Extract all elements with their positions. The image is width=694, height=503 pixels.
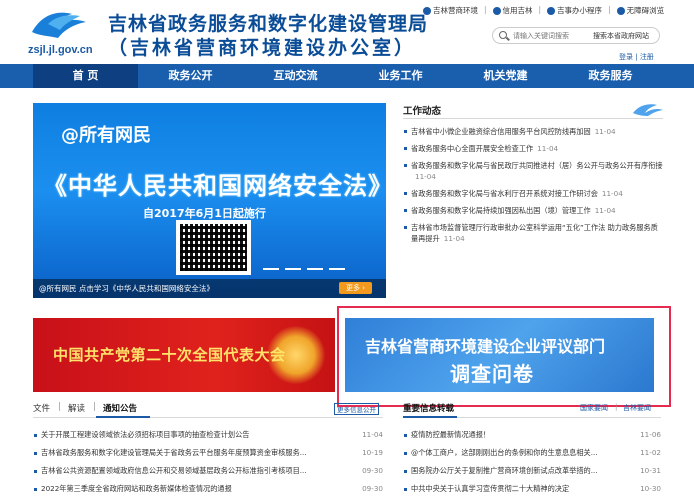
list-item[interactable]: 疫情防控最新情况通报！ 11-06 (403, 426, 661, 444)
nav-gov-affairs[interactable]: 政务公开 (138, 64, 243, 88)
list-item[interactable]: 吉林省市场监督管理厅行政审批办公室科学运用“五化”工作法 助力政务服务质量再提升… (403, 222, 665, 244)
site-title: 吉林省政务服务和数字化建设管理局 (108, 13, 429, 35)
auth-links: 登录 | 注册 (619, 53, 654, 61)
list-item[interactable]: 2022年第三季度全省政府网站和政务新媒体检查情况的通报 09-30 (33, 480, 383, 498)
mini-program-icon (547, 6, 556, 15)
nav-gov-services[interactable]: 政务服务 (558, 64, 663, 88)
survey-title: 吉林省营商环境建设企业评议部门 (365, 337, 606, 356)
tab-documents[interactable]: 文件 (33, 402, 50, 414)
tab-important-reposts[interactable]: 重要信息转载 (403, 402, 454, 414)
carousel-dot[interactable] (285, 268, 301, 270)
work-news-panel: 工作动态 吉林省中小微企业融资综合信用服务平台风控防线再加固 11-04 省政务服… (403, 103, 663, 303)
banner-caption[interactable]: @所有网民 点击学习《中华人民共和国网络安全法》 (39, 283, 214, 294)
search-input[interactable] (513, 30, 591, 42)
login-link[interactable]: 登录 (619, 53, 633, 61)
search-box: 搜索本省政府网站 (492, 27, 660, 44)
banner-law-title: 《中华人民共和国网络安全法》 (43, 171, 386, 200)
nav-party[interactable]: 机关党建 (453, 64, 558, 88)
list-item[interactable]: 中共中央关于认真学习宣传贯彻二十大精神的决定 10-30 (403, 480, 661, 498)
tab-jilin-news[interactable]: 吉林要闻 (623, 403, 651, 413)
party-congress-banner[interactable]: 中国共产党第二十次全国代表大会 (33, 318, 335, 392)
toplink-mini-program[interactable]: 吉事办小程序 (547, 5, 602, 16)
banner-caption-bar: @所有网民 点击学习《中华人民共和国网络安全法》 更多 › (33, 279, 386, 298)
list-item[interactable]: 省政务服务和数字化局与省水利厅召开系统对接工作研讨会 11-04 (403, 188, 665, 199)
active-tab-indicator (96, 416, 150, 418)
toplink-accessibility[interactable]: 无障碍浏览 (616, 5, 664, 16)
main-nav: 首 页 政务公开 互动交流 业务工作 机关党建 政务服务 (0, 64, 694, 88)
register-link[interactable]: 注册 (640, 53, 654, 61)
list-item[interactable]: 省政务服务和数字化局持续加强因私出国（境）管理工作 11-04 (403, 205, 665, 216)
list-item[interactable]: 关于开展工程建设领域依法必须招标项目事项的抽查检查计划公告 11-04 (33, 426, 383, 444)
tab-notices[interactable]: 通知公告 (103, 402, 137, 414)
list-item[interactable]: 省政务服务中心全面开展安全检查工作 11-04 (403, 143, 665, 154)
notice-list: 关于开展工程建设领域依法必须招标项目事项的抽查检查计划公告 11-04 吉林省政务… (33, 426, 383, 498)
list-item[interactable]: 吉林省中小微企业融资综合信用服务平台风控防线再加固 11-04 (403, 126, 665, 137)
repost-list: 疫情防控最新情况通报！ 11-06 @个体工商户，这部刚刚出台的条例和你的生意息息… (403, 426, 661, 498)
globe-icon (423, 6, 431, 15)
list-item[interactable]: 吉林省公共资源配置领域政府信息公开和交易领域基层政务公开标准指引考核项目... 0… (33, 462, 383, 480)
top-links: 吉林营商环境 | 信用吉林 | 吉事办小程序 | 无障碍浏览 (423, 5, 664, 16)
carousel-dot[interactable] (329, 268, 345, 270)
banner-effective-date: 自2017年6月1日起施行 (143, 207, 266, 220)
repost-tabs: 重要信息转载 国家要闻 | 吉林要闻 (403, 402, 651, 414)
toplink-credit-jilin[interactable]: 信用吉林 (492, 5, 533, 16)
toplink-business-env[interactable]: 吉林营商环境 (423, 5, 478, 16)
nav-interaction[interactable]: 互动交流 (243, 64, 348, 88)
list-item[interactable]: 国务院办公厅关于复制推广营商环境创新试点改革举措的... 10-31 (403, 462, 661, 480)
carousel-dot[interactable] (263, 268, 279, 270)
qr-code-icon (176, 220, 251, 275)
business-survey-banner[interactable]: 吉林省营商环境建设企业评议部门 调查问卷 (345, 318, 654, 392)
active-tab-indicator (403, 416, 457, 418)
credit-icon (492, 6, 501, 15)
site-domain: zsjl.jl.gov.cn (28, 44, 93, 56)
more-info-link[interactable]: 更多信息公开 (334, 403, 379, 415)
site-logo[interactable]: zsjl.jl.gov.cn (28, 6, 108, 58)
list-item[interactable]: 吉林省政务服务和数字化建设管理局关于省政务云平台服务年度预算资金审核服务... 1… (33, 444, 383, 462)
accessibility-icon (616, 6, 625, 15)
notice-tabs: 文件 | 解读 | 通知公告 更多信息公开 (33, 402, 383, 416)
logo-bird-icon (32, 12, 86, 38)
search-scope-button[interactable]: 搜索本省政府网站 (593, 31, 649, 41)
site-subtitle: （吉林省营商环境建设办公室） (108, 37, 417, 59)
banner-more-button[interactable]: 更多 › (339, 282, 372, 294)
carousel-dot[interactable] (307, 268, 323, 270)
nav-home[interactable]: 首 页 (33, 64, 138, 88)
tab-national-news[interactable]: 国家要闻 (580, 403, 608, 413)
work-news-list: 吉林省中小微企业融资综合信用服务平台风控防线再加固 11-04 省政务服务中心全面… (403, 126, 665, 250)
nav-business[interactable]: 业务工作 (348, 64, 453, 88)
work-news-title[interactable]: 工作动态 (403, 103, 441, 117)
featured-banner[interactable]: @所有网民 《中华人民共和国网络安全法》 自2017年6月1日起施行 @所有网民… (33, 103, 386, 298)
search-icon[interactable] (499, 31, 507, 39)
site-header: zsjl.jl.gov.cn 吉林省政务服务和数字化建设管理局 （吉林省营商环境… (0, 0, 694, 64)
survey-subtitle: 调查问卷 (450, 362, 534, 386)
party-congress-title: 中国共产党第二十次全国代表大会 (53, 346, 286, 364)
list-item[interactable]: @个体工商户，这部刚刚出台的条例和你的生意息息相关... 11-02 (403, 444, 661, 462)
decor-bird-icon (633, 104, 663, 116)
tab-interpretation[interactable]: 解读 (68, 402, 85, 414)
banner-headline: @所有网民 (61, 125, 151, 146)
list-item[interactable]: 省政务服务和数字化局与省民政厅共同推进村（居）务公开与政务公开有序衔接11-04 (403, 160, 665, 182)
